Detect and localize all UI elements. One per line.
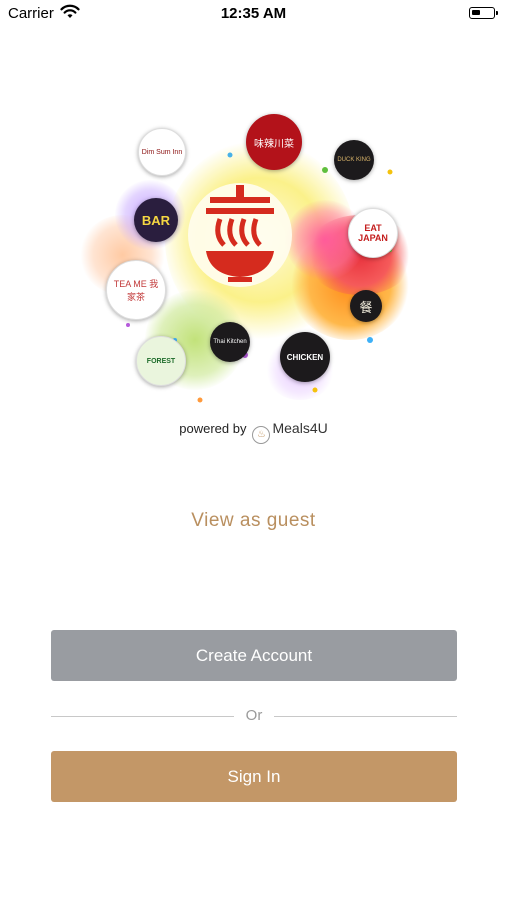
dim-sum-logo: Dim Sum Inn <box>138 128 186 176</box>
or-label: Or <box>245 707 263 724</box>
chicken-logo-text: CHICKEN <box>286 352 324 362</box>
chinese-square-logo: 餐 <box>350 290 382 322</box>
tea-me-logo-text: TEA ME 我家茶 <box>113 279 159 302</box>
bar-logo-text: BAR <box>141 212 171 228</box>
eat-japan-logo-text: EAT JAPAN <box>358 223 388 243</box>
status-time: 12:35 AM <box>220 5 287 22</box>
forest-logo: FOREST <box>136 336 186 386</box>
chinese-square-logo-text: 餐 <box>359 299 373 315</box>
battery-icon <box>469 7 498 19</box>
or-separator: Or <box>51 707 457 725</box>
meals4u-logo-icon: ♨ <box>252 426 271 444</box>
bar-logo: BAR <box>134 198 178 242</box>
view-as-guest-link[interactable]: View as guest <box>0 509 507 533</box>
powered-by-label: powered by <box>179 421 247 436</box>
chicken-logo: CHICKEN <box>280 332 330 382</box>
app-logo-icon <box>188 183 292 287</box>
duck-king-logo: DUCK KING <box>334 140 374 180</box>
eat-japan-logo: EAT JAPAN <box>348 208 398 258</box>
sichuan-logo: 味辣川菜 <box>246 114 302 170</box>
powered-by-brand: Meals4U <box>272 420 328 436</box>
powered-by: powered by ♨ Meals4U <box>0 420 507 444</box>
dim-sum-logo-text: Dim Sum Inn <box>141 148 183 156</box>
tea-me-logo: TEA ME 我家茶 <box>106 260 166 320</box>
forest-logo-text: FOREST <box>146 357 176 365</box>
sichuan-logo-text: 味辣川菜 <box>254 138 294 150</box>
duck-king-logo-text: DUCK KING <box>337 157 371 163</box>
create-account-button[interactable]: Create Account <box>51 630 457 681</box>
thai-kitchen-logo: Thai Kitchen <box>210 322 250 362</box>
status-bar: Carrier 12:35 AM <box>0 0 507 28</box>
restaurants-hero-illustration: Dim Sum Inn 味辣川菜 DUCK KING BAR EAT JAPAN… <box>70 100 440 420</box>
sign-in-button[interactable]: Sign In <box>51 751 457 802</box>
thai-kitchen-logo-text: Thai Kitchen <box>213 339 247 345</box>
